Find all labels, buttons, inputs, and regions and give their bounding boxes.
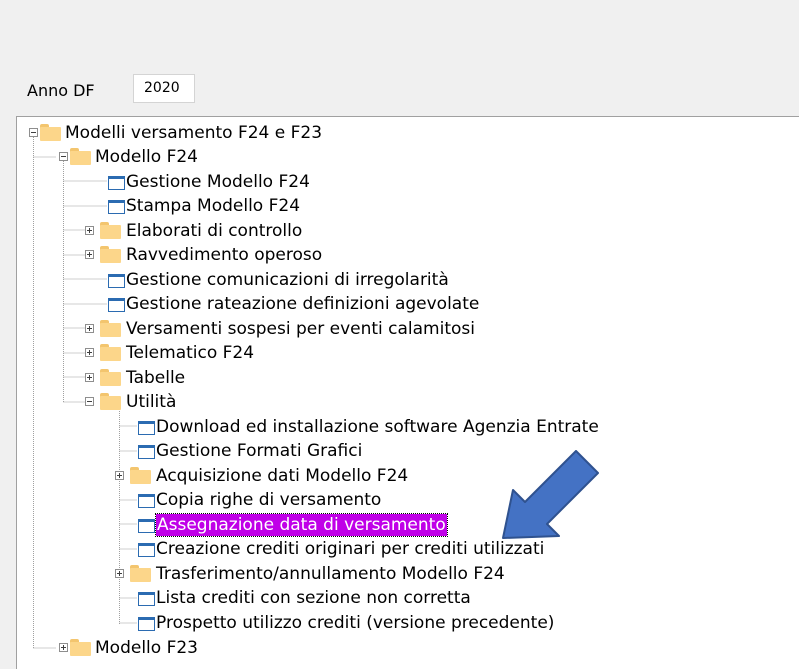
folder-icon bbox=[100, 344, 121, 361]
tree-node-label[interactable]: Lista crediti con sezione non corretta bbox=[156, 586, 471, 610]
expand-plus-icon[interactable] bbox=[85, 226, 94, 235]
window-page-icon bbox=[138, 519, 155, 533]
tree-node-label[interactable]: Telematico F24 bbox=[126, 341, 254, 365]
tree-node[interactable]: Prospetto utilizzo crediti (versione pre… bbox=[17, 611, 797, 635]
expand-plus-icon[interactable] bbox=[115, 471, 124, 480]
folder-icon bbox=[70, 639, 91, 656]
tree-node[interactable]: Modello F23 bbox=[17, 636, 797, 660]
tree-node[interactable]: Telematico F24 bbox=[17, 341, 797, 365]
expand-plus-icon[interactable] bbox=[115, 569, 124, 578]
tree-node-label[interactable]: Modello F23 bbox=[95, 636, 198, 660]
top-toolbar-area bbox=[0, 0, 799, 70]
window-page-icon bbox=[138, 617, 155, 631]
tree-node-label[interactable]: Gestione Formati Grafici bbox=[156, 439, 362, 463]
folder-icon bbox=[130, 467, 151, 484]
tree-node[interactable]: Utilità bbox=[17, 390, 797, 414]
blue-arrow-annotation-icon bbox=[502, 450, 599, 539]
tree-node[interactable]: Modelli versamento F24 e F23 bbox=[17, 121, 797, 145]
collapse-minus-icon[interactable] bbox=[29, 128, 38, 137]
tree-node-label[interactable]: Ravvedimento operoso bbox=[126, 243, 322, 267]
menu-tree[interactable]: Modelli versamento F24 e F23 Modello F24 G… bbox=[16, 116, 799, 669]
anno-df-label: Anno DF bbox=[27, 81, 95, 100]
window-page-icon bbox=[108, 274, 125, 288]
collapse-minus-icon[interactable] bbox=[85, 397, 94, 406]
tree-node[interactable]: Trasferimento/annullamento Modello F24 bbox=[17, 562, 797, 586]
anno-df-input[interactable]: 2020 bbox=[133, 74, 195, 103]
tree-node-label[interactable]: Modello F24 bbox=[95, 145, 198, 169]
expand-plus-icon[interactable] bbox=[85, 250, 94, 259]
tree-node[interactable]: Copia righe di versamento bbox=[17, 488, 797, 512]
folder-icon bbox=[100, 320, 121, 337]
folder-icon bbox=[100, 393, 121, 410]
folder-icon bbox=[100, 369, 121, 386]
tree-node[interactable]: Elaborati di controllo bbox=[17, 219, 797, 243]
window-page-icon bbox=[138, 421, 155, 435]
window-page-icon bbox=[138, 445, 155, 459]
tree-node-label[interactable]: Download ed installazione software Agenz… bbox=[156, 415, 599, 439]
tree-node-label[interactable]: Copia righe di versamento bbox=[156, 488, 381, 512]
expand-plus-icon[interactable] bbox=[59, 643, 68, 652]
tree-node[interactable]: Tabelle bbox=[17, 366, 797, 390]
tree-node-label[interactable]: Prospetto utilizzo crediti (versione pre… bbox=[156, 611, 554, 635]
window-page-icon bbox=[138, 592, 155, 606]
tree-node-label[interactable]: Trasferimento/annullamento Modello F24 bbox=[156, 562, 505, 586]
window-page-icon bbox=[108, 176, 125, 190]
tree-node[interactable]: Gestione Formati Grafici bbox=[17, 439, 797, 463]
tree-node-label[interactable]: Tabelle bbox=[126, 366, 185, 390]
expand-plus-icon[interactable] bbox=[85, 324, 94, 333]
collapse-minus-icon[interactable] bbox=[59, 152, 68, 161]
tree-node-label[interactable]: Gestione Modello F24 bbox=[126, 170, 310, 194]
tree-node[interactable]: Ravvedimento operoso bbox=[17, 243, 797, 267]
tree-node[interactable]: Gestione comunicazioni di irregolarità bbox=[17, 268, 797, 292]
window-page-icon bbox=[108, 200, 125, 214]
tree-node-label[interactable]: Utilità bbox=[126, 390, 176, 414]
folder-icon bbox=[100, 246, 121, 263]
tree-node-label-selected[interactable]: Assegnazione data di versamento bbox=[155, 513, 448, 537]
tree-node[interactable]: Download ed installazione software Agenz… bbox=[17, 415, 797, 439]
tree-node-label[interactable]: Acquisizione dati Modello F24 bbox=[156, 464, 408, 488]
tree-node[interactable]: Creazione crediti originari per crediti … bbox=[17, 537, 797, 561]
tree-node[interactable]: Assegnazione data di versamento bbox=[17, 513, 797, 537]
tree-node[interactable]: Versamenti sospesi per eventi calamitosi bbox=[17, 317, 797, 341]
tree-node-label[interactable]: Stampa Modello F24 bbox=[126, 194, 300, 218]
expand-plus-icon[interactable] bbox=[85, 348, 94, 357]
expand-plus-icon[interactable] bbox=[85, 373, 94, 382]
tree-node[interactable]: Gestione rateazione definizioni agevolat… bbox=[17, 292, 797, 316]
tree-node-label[interactable]: Gestione rateazione definizioni agevolat… bbox=[126, 292, 479, 316]
window-page-icon bbox=[138, 543, 155, 557]
tree-node-label[interactable]: Creazione crediti originari per crediti … bbox=[156, 537, 544, 561]
tree-node-label[interactable]: Elaborati di controllo bbox=[126, 219, 302, 243]
tree-node[interactable]: Modello F24 bbox=[17, 145, 797, 169]
window-page-icon bbox=[108, 298, 125, 312]
folder-icon bbox=[130, 565, 151, 582]
tree-node-label[interactable]: Modelli versamento F24 e F23 bbox=[65, 121, 322, 145]
folder-icon bbox=[100, 222, 121, 239]
tree-node[interactable]: Gestione Modello F24 bbox=[17, 170, 797, 194]
folder-icon bbox=[70, 148, 91, 165]
tree-node[interactable]: Stampa Modello F24 bbox=[17, 194, 797, 218]
tree-node[interactable]: Lista crediti con sezione non corretta bbox=[17, 586, 797, 610]
tree-node-label[interactable]: Versamenti sospesi per eventi calamitosi bbox=[126, 317, 475, 341]
tree-node-label[interactable]: Gestione comunicazioni di irregolarità bbox=[126, 268, 449, 292]
window-page-icon bbox=[138, 494, 155, 508]
folder-icon bbox=[40, 124, 61, 141]
tree-node[interactable]: Acquisizione dati Modello F24 bbox=[17, 464, 797, 488]
